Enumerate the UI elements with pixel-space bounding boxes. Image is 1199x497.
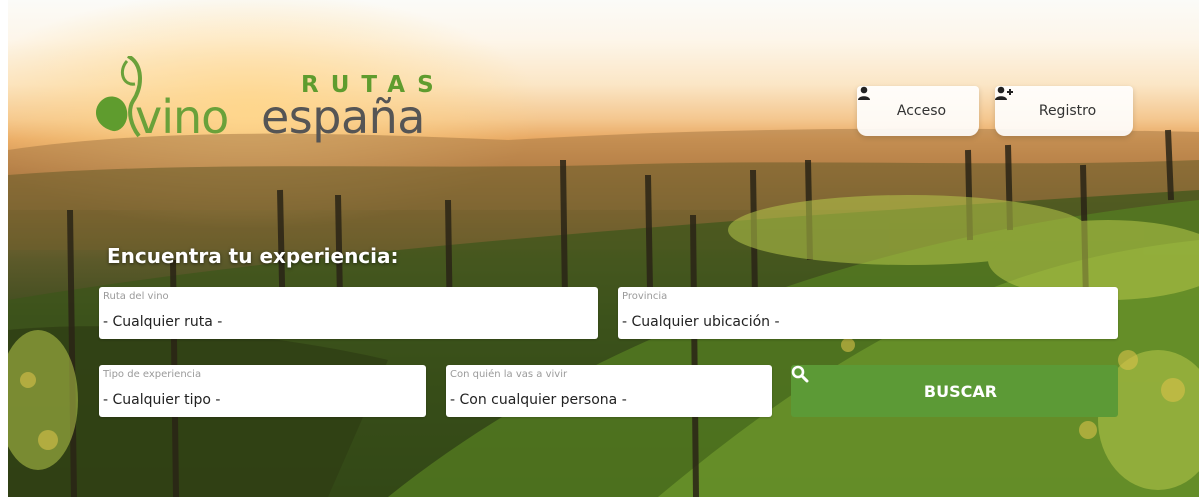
search-heading: Encuentra tu experiencia: xyxy=(107,244,399,268)
companion-select-value: - Con cualquier persona - xyxy=(450,392,627,408)
login-button[interactable]: Acceso xyxy=(857,86,979,136)
search-button[interactable]: BUSCAR xyxy=(791,365,1118,417)
vine-leaf-icon xyxy=(95,56,142,138)
province-select-label: Provincia xyxy=(622,291,668,302)
logo-vino-text: vino xyxy=(135,90,229,144)
route-select[interactable]: Ruta del vino - Cualquier ruta - xyxy=(99,287,598,339)
province-select-value: - Cualquier ubicación - xyxy=(622,314,780,330)
search-button-label: BUSCAR xyxy=(923,381,998,401)
province-select[interactable]: Provincia - Cualquier ubicación - xyxy=(618,287,1118,339)
companion-select-label: Con quién la vas a vivir xyxy=(450,369,568,380)
experience-type-select-value: - Cualquier tipo - xyxy=(103,392,221,408)
route-select-value: - Cualquier ruta - xyxy=(103,314,223,330)
hero-background: RUTAS vino españa Acceso Registro Encuen… xyxy=(8,0,1199,497)
register-label: Registro xyxy=(1038,103,1097,119)
companion-select[interactable]: Con quién la vas a vivir - Con cualquier… xyxy=(446,365,772,417)
experience-type-select-label: Tipo de experiencia xyxy=(103,369,202,380)
experience-type-select[interactable]: Tipo de experiencia - Cualquier tipo - xyxy=(99,365,426,417)
site-logo[interactable]: RUTAS vino españa xyxy=(83,56,473,146)
register-button[interactable]: Registro xyxy=(995,86,1133,136)
route-select-label: Ruta del vino xyxy=(103,291,169,302)
logo-espana-text: españa xyxy=(261,90,426,144)
login-label: Acceso xyxy=(896,103,947,119)
